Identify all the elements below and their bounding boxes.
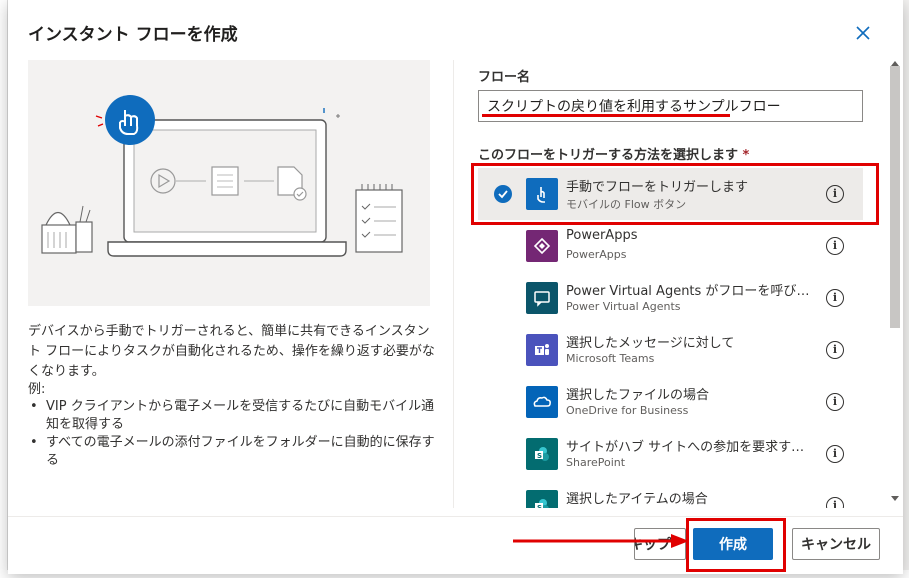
trigger-label: このフローをトリガーする方法を選択します * xyxy=(478,148,750,163)
powerapps-icon xyxy=(526,230,558,262)
trigger-title: 手動でフローをトリガーします xyxy=(566,180,749,195)
trigger-subtitle: OneDrive for Business xyxy=(566,404,689,417)
trigger-item-manual[interactable]: 手動でフローをトリガーします モバイルの Flow ボタン i xyxy=(478,168,863,220)
footer-divider xyxy=(8,516,903,517)
flow-name-label: フロー名 xyxy=(478,70,531,85)
examples-label: 例: xyxy=(28,382,46,397)
trigger-subtitle: モバイルの Flow ボタン xyxy=(566,198,687,211)
trigger-title: 選択したメッセージに対して xyxy=(566,336,735,351)
example-item: • すべての電子メールの添付ファイルをフォルダーに自動的に保存する xyxy=(30,435,435,468)
info-icon[interactable]: i xyxy=(826,237,844,255)
teams-icon xyxy=(526,334,558,366)
examples-list: • VIP クライアントから電子メールを受信するたびに自動モバイル通知を取得する … xyxy=(28,398,438,470)
info-icon[interactable]: i xyxy=(826,341,844,359)
onedrive-icon xyxy=(526,386,558,418)
dialog-description: デバイスから手動でトリガーされると、簡単に共有できるインスタント フローによりタ… xyxy=(28,324,435,379)
trigger-list: 手動でフローをトリガーします モバイルの Flow ボタン i PowerApp… xyxy=(478,168,863,508)
info-icon[interactable]: i xyxy=(826,289,844,307)
touch-icon xyxy=(526,178,558,210)
flow-name-input[interactable] xyxy=(478,90,863,122)
close-icon[interactable] xyxy=(852,22,874,44)
trigger-subtitle: Microsoft Teams xyxy=(566,352,655,365)
trigger-title: Power Virtual Agents がフローを呼び出... xyxy=(566,284,811,299)
trigger-item-powerapps[interactable]: PowerApps PowerApps i xyxy=(478,220,863,272)
trigger-subtitle: PowerApps xyxy=(566,248,627,261)
trigger-title: 選択したファイルの場合 xyxy=(566,388,710,403)
scroll-down-icon[interactable] xyxy=(891,496,899,501)
create-button[interactable]: 作成 xyxy=(693,528,773,560)
info-icon[interactable]: i xyxy=(826,393,844,411)
flow-illustration xyxy=(28,60,430,306)
info-icon[interactable]: i xyxy=(826,185,844,203)
annotation-underline xyxy=(482,114,730,117)
annotation-arrow-icon xyxy=(513,533,693,549)
scrollbar-thumb[interactable] xyxy=(890,66,900,328)
chat-icon xyxy=(526,282,558,314)
create-instant-flow-dialog: インスタント フローを作成 デバイスから手動でトリガーされると、簡単に共有できる… xyxy=(8,0,903,574)
background-left-strip xyxy=(0,0,8,578)
trigger-item-onedrive[interactable]: 選択したファイルの場合 OneDrive for Business i xyxy=(478,376,863,428)
info-icon[interactable]: i xyxy=(826,497,844,508)
svg-text:S: S xyxy=(537,452,542,460)
trigger-subtitle: Power Virtual Agents xyxy=(566,300,681,313)
example-item: • VIP クライアントから電子メールを受信するたびに自動モバイル通知を取得する xyxy=(30,399,435,432)
trigger-item-sharepoint-hub[interactable]: S サイトがハブ サイトへの参加を要求するとき SharePoint i xyxy=(478,428,863,480)
plant-pot-illustration xyxy=(41,205,93,254)
cancel-button[interactable]: キャンセル xyxy=(792,528,880,560)
trigger-title: PowerApps xyxy=(566,228,638,243)
selected-check-icon xyxy=(494,185,512,203)
trigger-item-teams[interactable]: 選択したメッセージに対して Microsoft Teams i xyxy=(478,324,863,376)
info-icon[interactable]: i xyxy=(826,445,844,463)
trigger-item-power-virtual-agents[interactable]: Power Virtual Agents がフローを呼び出... Power V… xyxy=(478,272,863,324)
sharepoint-icon: S xyxy=(526,490,558,508)
vertical-divider xyxy=(453,60,454,508)
trigger-title: 選択したアイテムの場合 xyxy=(566,492,708,507)
checklist-illustration xyxy=(355,184,403,253)
sharepoint-icon: S xyxy=(526,438,558,470)
svg-text:S: S xyxy=(537,504,542,508)
trigger-subtitle: SharePoint xyxy=(566,456,626,469)
trigger-item-sharepoint-selected[interactable]: S 選択したアイテムの場合 i xyxy=(478,480,863,508)
dialog-title: インスタント フローを作成 xyxy=(28,25,238,45)
trigger-title: サイトがハブ サイトへの参加を要求するとき xyxy=(566,440,811,455)
